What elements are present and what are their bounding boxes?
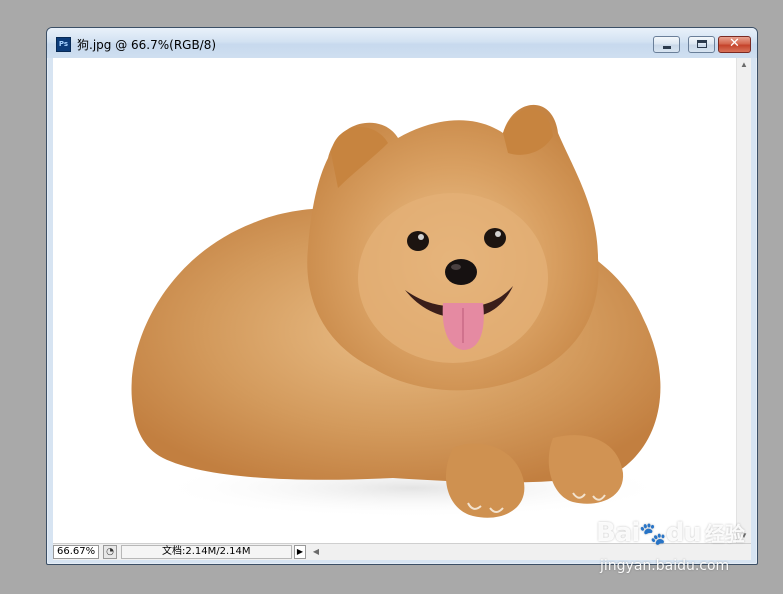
close-icon: ✕ [729, 36, 740, 51]
scroll-up-icon[interactable]: ▲ [737, 58, 751, 72]
watermark-url: jingyan.baidu.com [600, 558, 730, 574]
status-menu-arrow-icon[interactable]: ▶ [294, 545, 306, 559]
dog-image [131, 104, 673, 518]
image-canvas[interactable] [53, 58, 736, 543]
scroll-left-icon[interactable]: ◀ [309, 545, 323, 559]
photoshop-icon[interactable]: Ps [56, 37, 71, 52]
minimize-button[interactable] [653, 36, 680, 53]
maximize-button[interactable] [688, 36, 715, 53]
document-size-info: 文档:2.14M/2.14M [121, 545, 292, 559]
close-button[interactable]: ✕ [718, 36, 751, 53]
status-indicator-icon[interactable]: ◔ [103, 545, 117, 559]
baidu-watermark: Bai🐾du 经验 [596, 518, 745, 548]
maximize-icon [697, 40, 707, 48]
title-bar[interactable]: Ps 狗.jpg @ 66.7%(RGB/8) ✕ [47, 28, 757, 58]
minimize-icon [663, 46, 671, 49]
vertical-scrollbar[interactable]: ▲ ▼ [736, 58, 751, 543]
watermark-cn-text: 经验 [704, 522, 745, 546]
window-title: 狗.jpg @ 66.7%(RGB/8) [77, 38, 217, 52]
zoom-level-field[interactable]: 66.67% [53, 545, 99, 559]
paw-icon: 🐾 [639, 522, 666, 547]
document-window: Ps 狗.jpg @ 66.7%(RGB/8) ✕ ▲ ▼ 66.67% ◔ 文… [46, 27, 758, 565]
watermark-logo: Bai🐾du [596, 518, 702, 548]
